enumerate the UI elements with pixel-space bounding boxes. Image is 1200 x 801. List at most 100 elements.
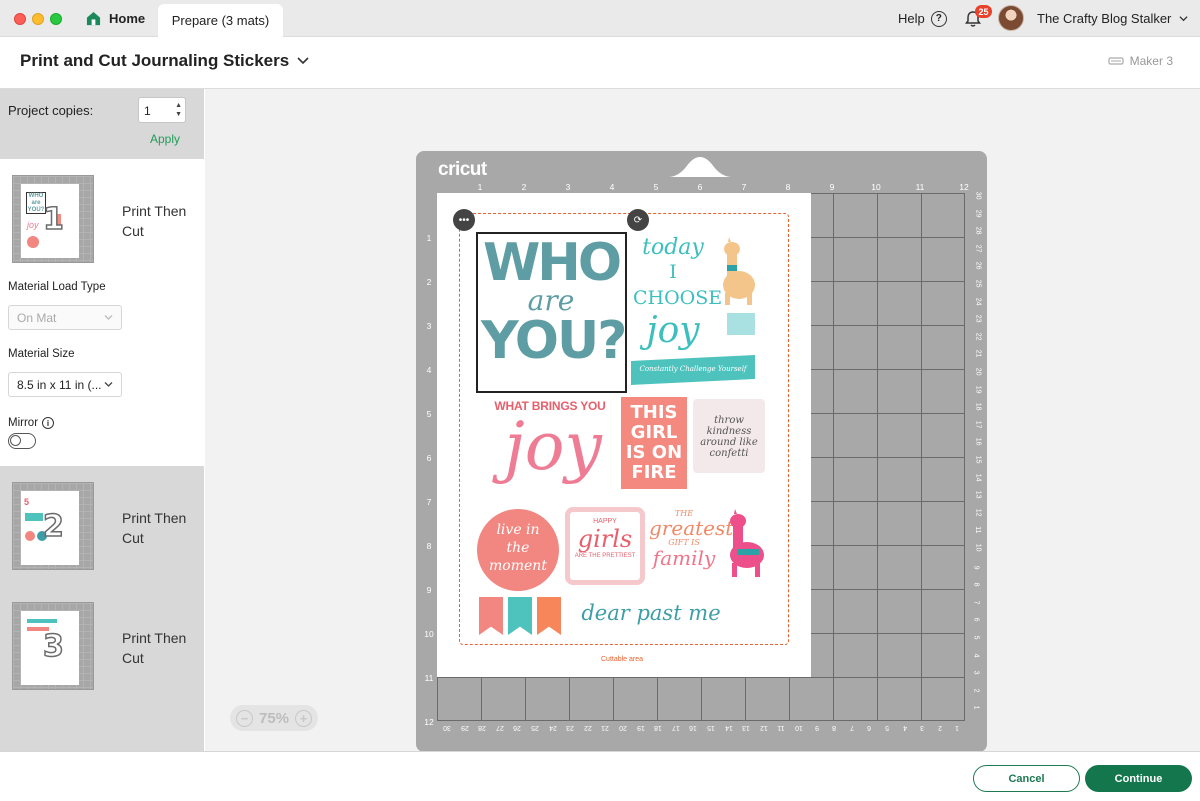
ruler-tick-label: 11 [424,673,434,683]
ruler-tick-label: 16 [974,438,982,446]
ruler-tick-label: 4 [426,365,432,375]
mat-thumbnail-2[interactable]: 5 2 [12,482,94,570]
llama-sticker-icon[interactable] [717,237,759,307]
ruler-tick-label: 29 [460,724,469,731]
project-copies-input[interactable]: 1 ▲ ▼ [138,97,186,123]
tab-prepare[interactable]: Prepare (3 mats) [158,4,283,37]
home-icon [86,11,101,26]
sticker-teal-tag[interactable] [727,313,755,335]
mat-card-3[interactable]: 3 Print Then Cut [0,586,204,751]
ruler-tick-label: 2 [937,724,942,731]
ruler-tick-label: 9 [972,565,980,570]
chevron-down-icon [104,315,113,320]
ruler-tick-label: 4 [609,182,615,192]
ruler-tick-label: 22 [974,332,982,341]
mat-sidebar: Project copies: 1 ▲ ▼ Apply WHO are YOU? jo… [0,89,204,751]
ruler-tick-label: 21 [601,724,610,731]
cricut-logo: cricut [438,159,487,180]
sticker-text: family [652,546,716,570]
sticker-text: FIRE [631,462,677,483]
sticker-text: today [642,235,704,260]
ruler-tick-label: 2 [426,277,432,287]
ruler-tick-label: 2 [972,688,980,693]
window-maximize-button[interactable] [50,13,62,25]
ruler-tick-label: 23 [974,314,982,323]
ruler-tick-label: 9 [829,182,835,192]
window-minimize-button[interactable] [32,13,44,25]
sticker-text: joy [646,310,700,351]
material-load-type-select[interactable]: On Mat [8,305,122,330]
ruler-tick-label: 18 [654,724,663,731]
sticker-text: ARE THE PRETTIEST [574,553,636,559]
sticker-text: THIS [630,402,678,423]
material-size-label: Material Size [8,348,75,360]
rotate-icon[interactable]: ⟳ [627,209,649,231]
ruler-tick-label: 17 [671,724,680,731]
mat-label-3: Print Then Cut [122,630,187,666]
ruler-tick-label: 25 [974,279,982,288]
sticker-text: moment [489,558,547,574]
apply-button[interactable]: Apply [150,132,180,146]
ruler-tick-label: 8 [426,541,432,551]
zoom-out-button[interactable]: − [235,709,253,727]
cancel-button[interactable]: Cancel [973,765,1080,792]
window-close-button[interactable] [14,13,26,25]
material-size-value: 8.5 in x 11 in (... [17,377,102,392]
ruler-tick-label: 1 [955,724,960,731]
ruler-left: 1 2 3 4 5 6 7 8 9 10 11 12 [422,193,436,727]
sticker-happy-girls[interactable]: HAPPY girls ARE THE PRETTIEST [565,507,645,585]
zoom-in-button[interactable]: + [295,709,313,727]
avatar[interactable] [998,5,1024,31]
sticker-dear-past-me[interactable]: dear past me [567,601,735,625]
sticker-greatest-gift[interactable]: THE greatest GIFT IS family [649,509,733,570]
mirror-toggle[interactable] [8,433,36,449]
sticker-this-girl-is-on-fire[interactable]: THIS GIRL IS ON FIRE [621,397,687,489]
selection-box[interactable] [476,232,627,393]
ruler-tick-label: 20 [619,724,627,731]
material-size-select[interactable]: 8.5 in x 11 in (... [8,372,122,397]
help-label: Help [898,11,925,26]
mat-number-3: 3 [42,628,64,665]
sticker-today-i-choose-joy[interactable]: today I CHOOSE joy [633,235,722,351]
sticker-live-in-the-moment[interactable]: live in the moment [477,509,559,591]
ruler-tick-label: 2 [521,182,527,192]
thumbnail-art [27,619,57,623]
notification-badge: 25 [975,5,992,18]
home-tab[interactable]: Home [86,0,145,37]
ruler-tick-label: 15 [974,455,982,464]
mat-thumbnail-3[interactable]: 3 [12,602,94,690]
sticker-text: IS ON [625,442,683,463]
user-menu[interactable]: The Crafty Blog Stalker [1037,0,1188,37]
ruler-tick-label: 16 [689,724,698,731]
mat-card-1[interactable]: WHO are YOU? joy 1 Print Then Cut Material… [0,159,204,466]
user-name: The Crafty Blog Stalker [1037,11,1172,26]
machine-selector[interactable]: Maker 3 [1108,54,1173,68]
thumbnail-art: 5 [24,497,30,507]
mat-card-2[interactable]: 5 2 Print Then Cut [0,466,204,586]
ruler-tick-label: 7 [426,497,432,507]
ruler-tick-label: 1 [972,705,980,710]
info-icon[interactable]: i [42,417,55,429]
zoom-control: − 75% + [230,705,318,731]
project-title-dropdown[interactable]: Print and Cut Journaling Stickers [20,51,309,71]
ruler-tick-label: 20 [974,367,982,376]
ruler-tick-label: 14 [724,724,733,731]
thumbnail-art [25,531,35,541]
machine-icon [1108,57,1124,65]
mat-thumbnail-1[interactable]: WHO are YOU? joy 1 [12,175,94,263]
continue-button[interactable]: Continue [1085,765,1192,792]
sticker-joy[interactable]: joy [483,411,623,483]
mirror-toggle-knob [10,435,21,446]
ruler-tick-label: 7 [849,724,854,731]
ruler-tick-label: 9 [814,724,819,731]
ruler-tick-label: 10 [871,182,881,192]
sticker-kindness-confetti[interactable]: throw kindness around like confetti [693,399,765,473]
ruler-tick-label: 13 [742,724,751,731]
mirror-row: Mirror i [8,417,55,429]
ruler-tick-label: 27 [495,724,504,731]
pink-llama-sticker-icon[interactable] [723,509,767,579]
material-load-type-value: On Mat [17,310,57,325]
help-button[interactable]: Help ? [898,0,947,37]
more-options-icon[interactable]: ••• [453,209,475,231]
copies-stepper[interactable]: ▲ ▼ [175,101,182,119]
